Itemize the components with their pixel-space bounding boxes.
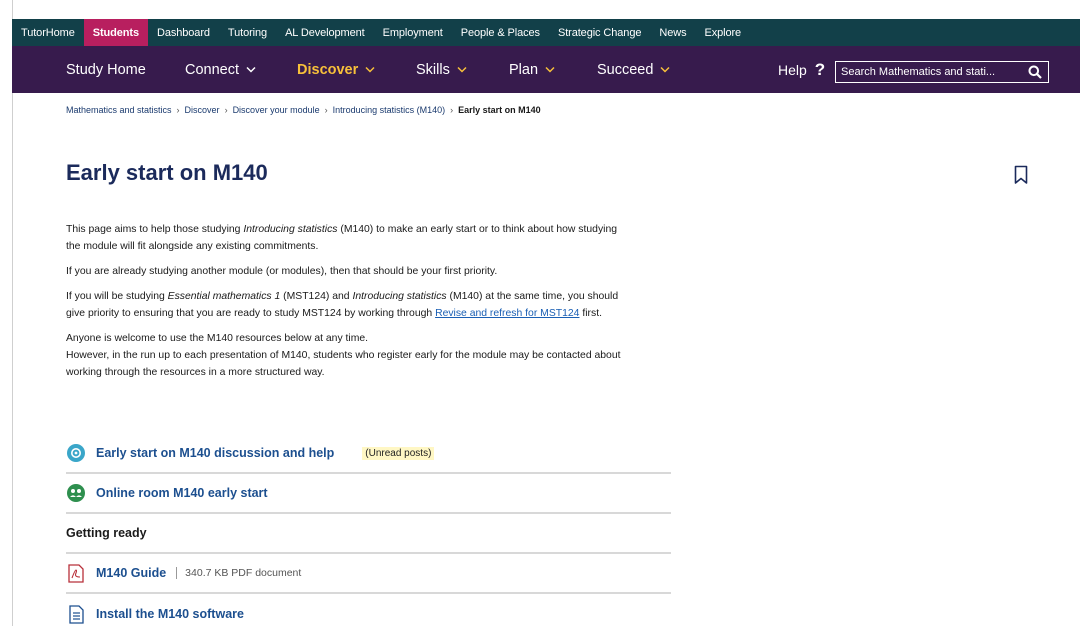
module-title-emphasis: Essential mathematics 1 xyxy=(167,291,281,302)
page-title: Early start on M140 xyxy=(66,160,268,185)
chevron-down-icon xyxy=(545,65,555,74)
chevron-down-icon xyxy=(457,65,467,74)
breadcrumb-separator: › xyxy=(224,105,228,115)
global-nav-tutorhome[interactable]: TutorHome xyxy=(12,19,84,46)
breadcrumb: Mathematics and statistics › Discover › … xyxy=(66,105,541,115)
forum-row[interactable]: Early start on M140 discussion and help … xyxy=(66,434,671,474)
help-link[interactable]: Help ? xyxy=(778,46,825,93)
chevron-down-icon xyxy=(365,65,375,74)
nav-plan-label: Plan xyxy=(509,61,539,78)
nav-discover-label: Discover xyxy=(297,61,359,78)
breadcrumb-mathematics-statistics[interactable]: Mathematics and statistics xyxy=(66,105,172,115)
global-nav-dashboard[interactable]: Dashboard xyxy=(148,19,219,46)
global-nav-al-development[interactable]: AL Development xyxy=(276,19,374,46)
global-nav-strategic-change[interactable]: Strategic Change xyxy=(549,19,650,46)
search-icon[interactable] xyxy=(1028,65,1042,84)
resource-list: Early start on M140 discussion and help … xyxy=(66,434,671,626)
unread-posts-badge: (Unread posts) xyxy=(362,446,435,460)
software-row[interactable]: Install the M140 software xyxy=(66,594,671,626)
file-meta: 340.7 KB PDF document xyxy=(176,567,301,579)
breadcrumb-introducing-statistics[interactable]: Introducing statistics (M140) xyxy=(333,105,446,115)
breadcrumb-separator: › xyxy=(176,105,180,115)
revise-refresh-link[interactable]: Revise and refresh for MST124 xyxy=(435,308,579,319)
breadcrumb-discover-your-module[interactable]: Discover your module xyxy=(233,105,320,115)
text-span: first. xyxy=(579,308,602,319)
global-nav-employment[interactable]: Employment xyxy=(374,19,452,46)
breadcrumb-discover[interactable]: Discover xyxy=(185,105,220,115)
global-nav: TutorHome Students Dashboard Tutoring AL… xyxy=(12,19,1080,46)
nav-succeed-label: Succeed xyxy=(597,61,654,78)
pdf-icon xyxy=(66,563,86,583)
text-span: However, in the run up to each presentat… xyxy=(66,350,621,378)
help-label: Help xyxy=(778,61,807,78)
nav-succeed[interactable]: Succeed xyxy=(597,46,670,93)
global-nav-people-places[interactable]: People & Places xyxy=(452,19,549,46)
guide-row[interactable]: M140 Guide 340.7 KB PDF document xyxy=(66,554,671,594)
breadcrumb-current: Early start on M140 xyxy=(458,105,541,115)
text-span: (MST124) and xyxy=(280,291,353,302)
section-heading: Getting ready xyxy=(66,526,147,540)
breadcrumb-separator: › xyxy=(324,105,328,115)
bookmark-icon[interactable] xyxy=(1014,165,1028,190)
text-span: Anyone is welcome to use the M140 resour… xyxy=(66,333,369,344)
nav-skills-label: Skills xyxy=(416,61,450,78)
nav-plan[interactable]: Plan xyxy=(509,46,555,93)
global-nav-students[interactable]: Students xyxy=(83,19,148,46)
site-nav: Study Home Connect Discover Skills Plan … xyxy=(12,46,1080,93)
mst124-paragraph: If you will be studying Essential mathem… xyxy=(66,288,626,322)
global-nav-explore[interactable]: Explore xyxy=(695,19,750,46)
intro-content: This page aims to help those studying In… xyxy=(66,221,626,389)
welcome-paragraph: Anyone is welcome to use the M140 resour… xyxy=(66,330,626,381)
priority-paragraph: If you are already studying another modu… xyxy=(66,266,498,277)
nav-connect-label: Connect xyxy=(185,61,240,78)
online-room-icon xyxy=(66,483,86,503)
search-box xyxy=(835,61,1049,83)
forum-link[interactable]: Early start on M140 discussion and help xyxy=(96,446,334,460)
forum-icon xyxy=(66,443,86,463)
text-span: If you will be studying xyxy=(66,291,168,302)
nav-skills[interactable]: Skills xyxy=(416,46,467,93)
nav-discover[interactable]: Discover xyxy=(297,46,375,93)
intro-paragraph: This page aims to help those studying In… xyxy=(66,221,626,255)
text-span: This page aims to help those studying xyxy=(66,224,244,235)
search-input[interactable] xyxy=(841,66,1021,78)
global-nav-news[interactable]: News xyxy=(650,19,695,46)
chevron-down-icon xyxy=(246,65,256,74)
global-nav-tutoring[interactable]: Tutoring xyxy=(219,19,276,46)
help-icon: ? xyxy=(814,59,826,79)
getting-ready-section: Getting ready xyxy=(66,514,671,554)
guide-link[interactable]: M140 Guide xyxy=(96,566,166,580)
online-room-link[interactable]: Online room M140 early start xyxy=(96,486,268,500)
module-title-emphasis: Introducing statistics xyxy=(243,224,338,235)
module-title-emphasis: Introducing statistics xyxy=(352,291,447,302)
software-link[interactable]: Install the M140 software xyxy=(96,607,244,621)
document-icon xyxy=(66,604,86,624)
breadcrumb-separator: › xyxy=(450,105,454,115)
nav-connect[interactable]: Connect xyxy=(185,46,256,93)
chevron-down-icon xyxy=(660,65,670,74)
online-room-row[interactable]: Online room M140 early start xyxy=(66,474,671,514)
nav-study-home[interactable]: Study Home xyxy=(66,46,146,93)
